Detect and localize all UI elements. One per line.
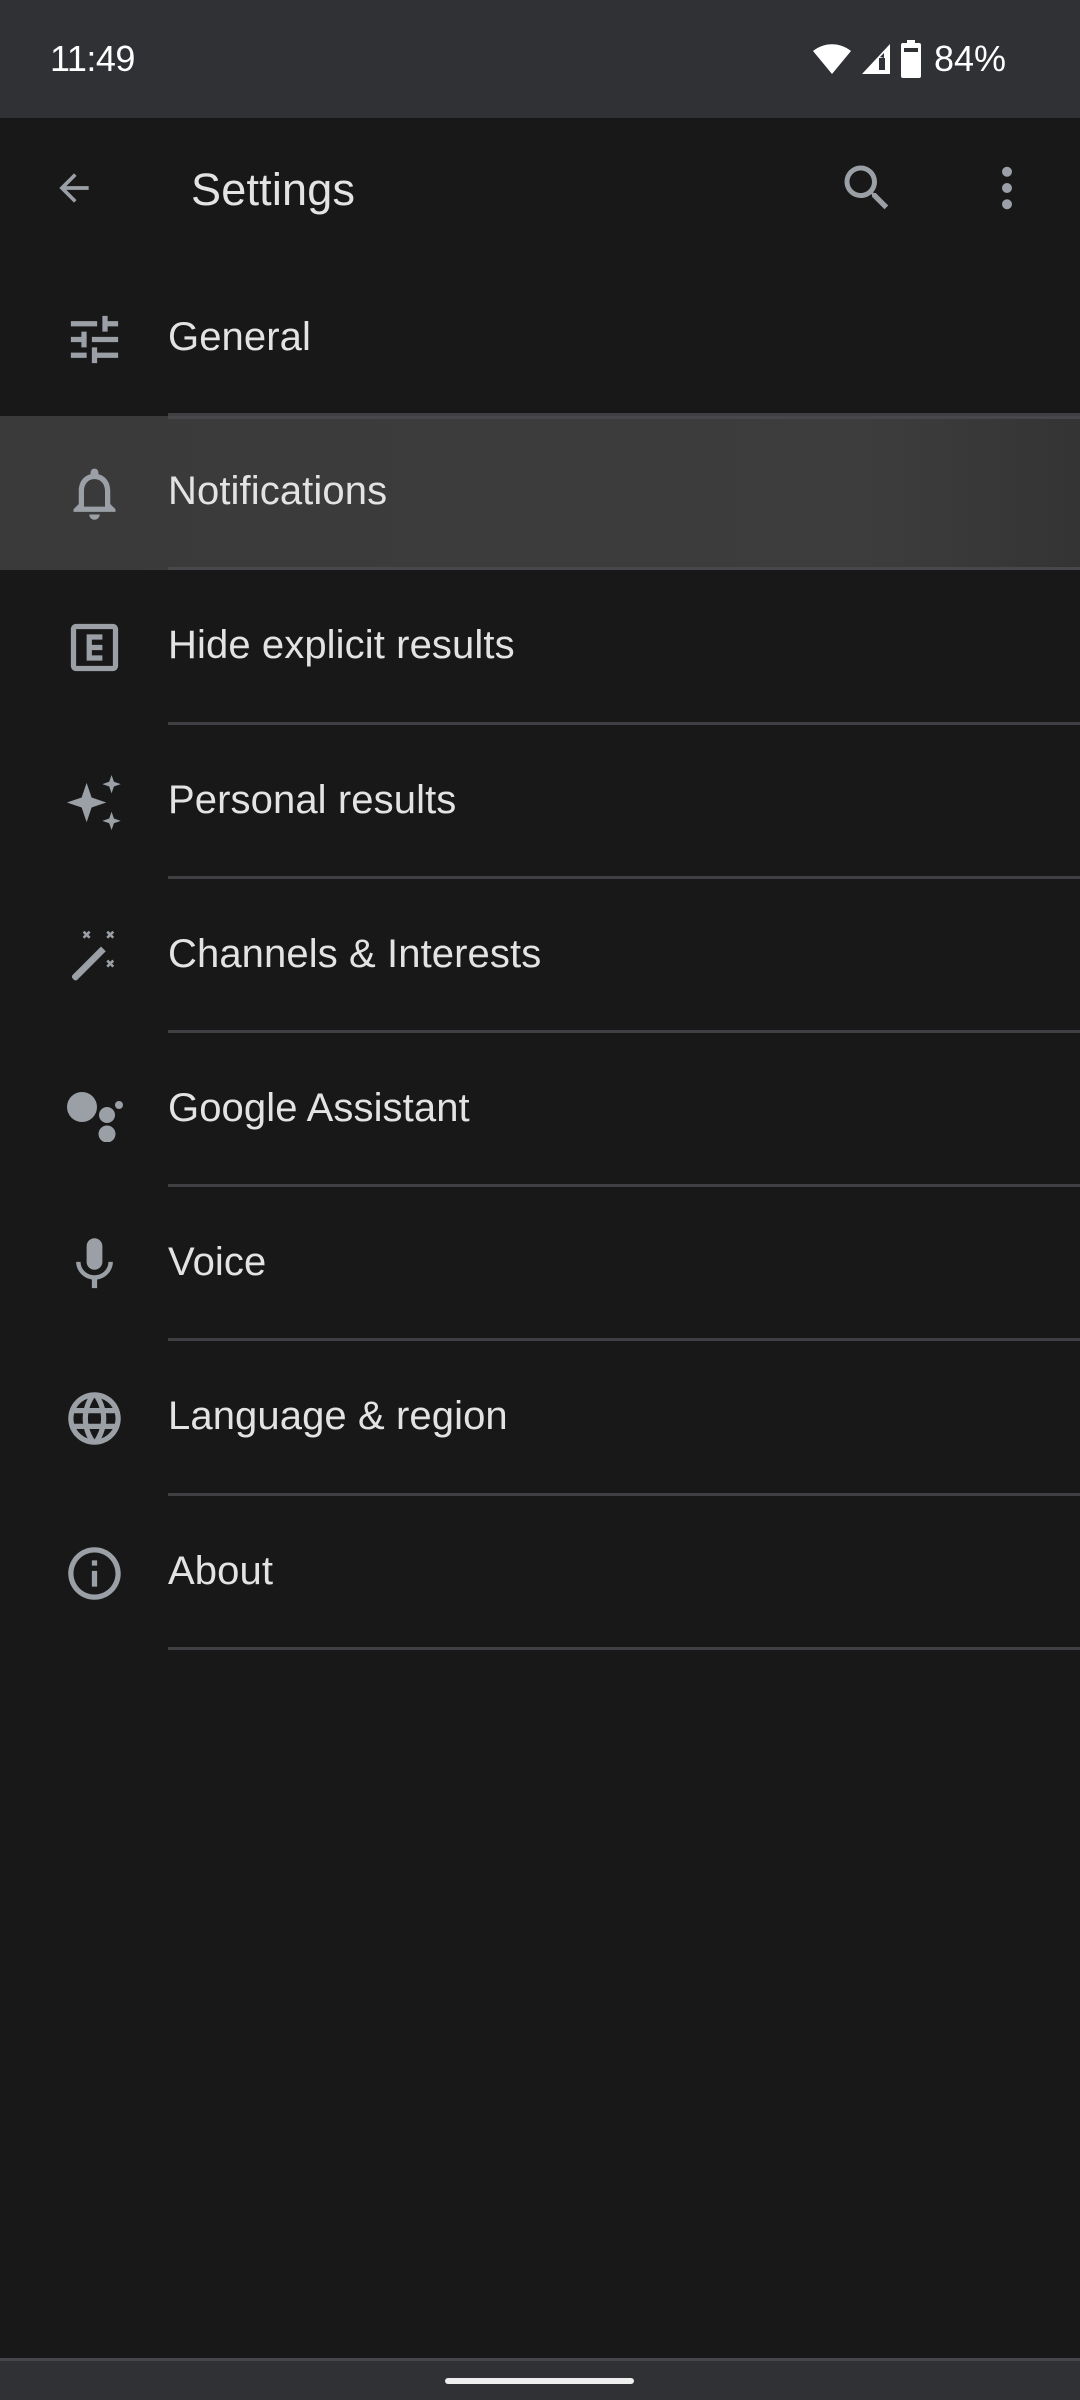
- settings-item-general[interactable]: General: [0, 262, 1080, 417]
- settings-item-personal-results[interactable]: Personal results: [0, 725, 1080, 879]
- cellular-signal-icon: [860, 42, 892, 76]
- settings-item-notifications[interactable]: Notifications: [0, 416, 1080, 571]
- settings-item-label: General: [168, 315, 312, 359]
- status-time: 11:49: [50, 38, 135, 79]
- battery-icon: [900, 40, 922, 78]
- status-icons: 84%: [812, 38, 1006, 80]
- settings-item-label: About: [168, 1548, 274, 1593]
- settings-item-channels-interests[interactable]: Channels & Interests: [0, 879, 1080, 1033]
- settings-item-label: Language & region: [168, 1394, 508, 1439]
- settings-item-label: Google Assistant: [168, 1085, 470, 1130]
- magic-wand-icon: [63, 925, 126, 988]
- bell-icon: [63, 462, 126, 525]
- assistant-icon: [63, 1079, 126, 1142]
- mic-icon: [63, 1233, 126, 1296]
- sparkle-icon: [63, 771, 126, 834]
- settings-item-label: Channels & Interests: [168, 931, 542, 976]
- page-title: Settings: [191, 164, 356, 215]
- back-button[interactable]: [39, 155, 109, 225]
- status-bar: 11:49 84%: [0, 0, 1080, 118]
- search-icon: [837, 158, 897, 223]
- settings-item-about[interactable]: About: [0, 1496, 1080, 1650]
- settings-item-language-region[interactable]: Language & region: [0, 1341, 1080, 1496]
- settings-item-label: Notifications: [168, 469, 388, 514]
- app-bar: Settings: [0, 118, 1080, 262]
- explicit-icon: [63, 616, 126, 679]
- settings-item-google-assistant[interactable]: Google Assistant: [0, 1033, 1080, 1188]
- globe-icon: [63, 1387, 126, 1450]
- info-icon: [63, 1542, 126, 1605]
- battery-percent: 84%: [933, 38, 1006, 79]
- settings-item-voice[interactable]: Voice: [0, 1187, 1080, 1342]
- navigation-bar: [0, 2358, 1080, 2400]
- settings-item-hide-explicit-results[interactable]: Hide explicit results: [0, 570, 1080, 725]
- tune-icon: [63, 308, 126, 371]
- settings-list: General Notifications Hide explicit resu…: [0, 262, 1080, 1650]
- search-button[interactable]: [832, 155, 902, 225]
- divider: [168, 1646, 1080, 1650]
- home-gesture-handle[interactable]: [445, 2378, 634, 2384]
- arrow-back-icon: [52, 166, 96, 215]
- settings-item-label: Voice: [168, 1240, 267, 1285]
- settings-item-label: Hide explicit results: [168, 623, 515, 668]
- more-vert-icon: [977, 158, 1037, 223]
- more-options-button[interactable]: [972, 155, 1042, 225]
- wifi-icon: [812, 42, 852, 76]
- settings-item-label: Personal results: [168, 777, 457, 822]
